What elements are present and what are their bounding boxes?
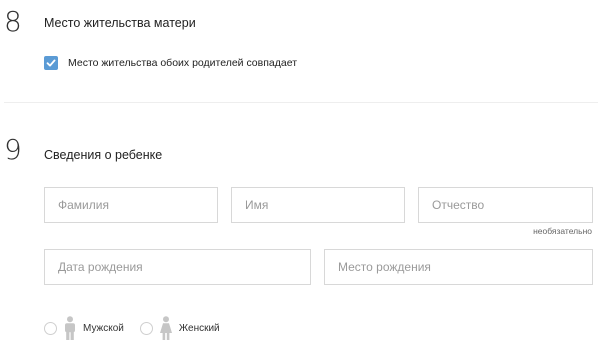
checkmark-icon (46, 59, 56, 67)
same-residence-checkbox[interactable] (44, 56, 58, 70)
section-title-child-info: Сведения о ребенке (44, 148, 163, 162)
gender-female-radio[interactable] (139, 321, 153, 335)
male-person-icon (65, 316, 75, 340)
gender-option-female[interactable]: Женский (139, 316, 220, 340)
section-number-8: 8 (4, 5, 22, 38)
gender-option-male[interactable]: Мужской (44, 316, 124, 340)
same-residence-label: Место жительства обоих родителей совпада… (68, 57, 298, 69)
patronymic-optional-note: необязательно (533, 226, 592, 236)
section-number-9: 9 (4, 133, 22, 166)
female-person-icon (159, 316, 172, 340)
birth-place-input[interactable] (324, 249, 593, 285)
same-residence-checkbox-row[interactable]: Место жительства обоих родителей совпада… (44, 56, 297, 70)
section-title-mother-residence: Место жительства матери (44, 16, 196, 30)
patronymic-input[interactable] (418, 187, 593, 223)
gender-male-label: Мужской (83, 322, 124, 334)
gender-female-label: Женский (178, 322, 220, 334)
gender-male-radio[interactable] (44, 321, 57, 335)
name-input[interactable] (231, 187, 405, 223)
birth-date-input[interactable] (44, 249, 311, 285)
section-divider (4, 102, 598, 103)
gender-selector: Мужской Женский (44, 316, 236, 340)
surname-input[interactable] (44, 187, 218, 223)
